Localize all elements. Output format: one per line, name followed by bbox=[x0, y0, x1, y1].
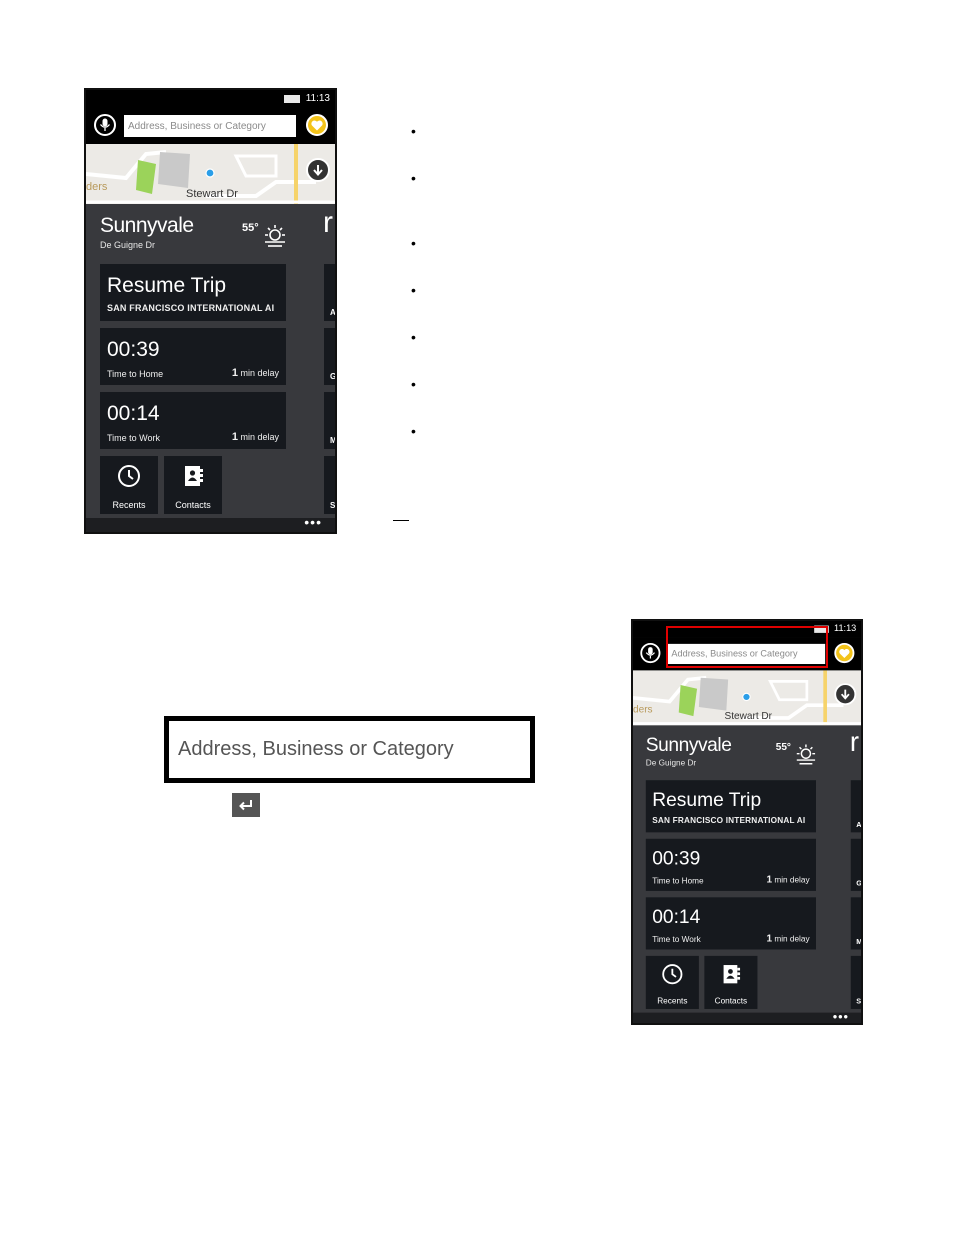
recents-label: Recents bbox=[657, 996, 688, 1006]
side-tile-s[interactable]: S bbox=[850, 955, 861, 1009]
clock-icon bbox=[118, 465, 140, 487]
time-to-home-tile[interactable]: 00:39 Time to Home 1 min delay bbox=[100, 328, 286, 385]
side-tile-m[interactable]: M bbox=[324, 392, 335, 449]
map-edge-label: ders bbox=[633, 704, 653, 716]
contacts-book-icon bbox=[185, 466, 203, 486]
clock-icon bbox=[662, 964, 683, 985]
map-street-label: Stewart Dr bbox=[724, 710, 773, 722]
work-eta: 00:14 bbox=[107, 402, 160, 425]
enter-arrow-icon bbox=[239, 800, 252, 811]
enter-key-icon bbox=[232, 793, 260, 817]
resume-trip-destination: SAN FRANCISCO INTERNATIONAL AI bbox=[652, 815, 806, 826]
app-bar: ••• bbox=[633, 1009, 861, 1023]
temperature: 55° bbox=[775, 741, 791, 753]
search-bar bbox=[86, 108, 335, 144]
time-to-work-tile[interactable]: 00:14 Time to Work 1 min delay bbox=[100, 392, 286, 449]
weather-icon bbox=[265, 225, 285, 247]
list-bullet: • bbox=[411, 376, 416, 392]
resume-trip-tile[interactable]: Resume Trip SAN FRANCISCO INTERNATIONAL … bbox=[645, 780, 816, 833]
list-bullet: • bbox=[411, 282, 416, 298]
microphone-icon bbox=[645, 647, 655, 659]
map-view[interactable]: ders Stewart Dr bbox=[633, 670, 861, 726]
next-panel-heading[interactable]: r bbox=[850, 727, 859, 758]
microphone-button[interactable] bbox=[94, 114, 116, 136]
phone-screen: 11:13 Address, Business or Category ders… bbox=[86, 90, 335, 532]
side-tile-m[interactable]: M bbox=[850, 897, 861, 950]
contacts-book-icon bbox=[723, 965, 741, 984]
side-tile-a[interactable]: A bbox=[324, 264, 335, 321]
work-label: Time to Work bbox=[107, 433, 161, 443]
heart-icon bbox=[311, 120, 323, 130]
expand-map-button[interactable] bbox=[834, 683, 857, 706]
arrow-down-icon bbox=[840, 689, 850, 700]
search-field-highlight bbox=[666, 626, 828, 668]
home-delay: 1 min delay bbox=[231, 367, 279, 379]
list-bullet: • bbox=[411, 329, 416, 345]
home-eta: 00:39 bbox=[652, 847, 701, 869]
recents-tile[interactable]: Recents bbox=[645, 955, 699, 1009]
underline-mark bbox=[393, 520, 409, 521]
work-eta: 00:14 bbox=[652, 906, 701, 928]
battery-icon bbox=[284, 95, 300, 103]
city-name: Sunnyvale bbox=[100, 214, 194, 237]
zoomed-search-field-text: Address, Business or Category bbox=[169, 721, 530, 778]
list-bullet: • bbox=[411, 170, 416, 186]
weather-icon bbox=[796, 744, 816, 765]
zoomed-search-field: Address, Business or Category bbox=[164, 716, 535, 783]
more-options-button[interactable]: ••• bbox=[304, 514, 322, 530]
temperature: 55° bbox=[242, 222, 259, 234]
recents-tile[interactable]: Recents bbox=[100, 456, 158, 514]
list-bullet: • bbox=[411, 123, 416, 139]
heart-icon bbox=[839, 648, 850, 658]
side-tile-a[interactable]: A bbox=[850, 780, 861, 833]
home-delay: 1 min delay bbox=[766, 874, 810, 886]
resume-trip-title: Resume Trip bbox=[652, 789, 762, 811]
home-eta: 00:39 bbox=[107, 338, 160, 361]
next-panel-heading[interactable]: r bbox=[323, 206, 333, 240]
status-time: 11:13 bbox=[834, 623, 857, 634]
map-edge-label: ders bbox=[86, 181, 108, 193]
map-street-label: Stewart Dr bbox=[186, 188, 238, 200]
more-options-button[interactable]: ••• bbox=[833, 1009, 849, 1023]
street-name: De Guigne Dr bbox=[645, 758, 697, 768]
arrow-down-icon bbox=[313, 165, 323, 176]
resume-trip-destination: SAN FRANCISCO INTERNATIONAL AI bbox=[107, 303, 275, 313]
side-tile-s[interactable]: S bbox=[324, 456, 335, 514]
phone-screenshot-home: 11:13 Address, Business or Category ders… bbox=[84, 88, 337, 534]
home-label: Time to Home bbox=[652, 876, 704, 886]
favorites-button[interactable] bbox=[834, 642, 855, 664]
map-view[interactable]: ders Stewart Dr bbox=[86, 144, 335, 204]
favorites-button[interactable] bbox=[306, 114, 328, 136]
time-to-work-tile[interactable]: 00:14 Time to Work 1 min delay bbox=[645, 897, 816, 950]
contacts-label: Contacts bbox=[714, 996, 748, 1006]
contacts-tile[interactable]: Contacts bbox=[704, 955, 758, 1009]
app-bar: ••• bbox=[86, 514, 335, 532]
microphone-button[interactable] bbox=[640, 642, 661, 664]
recents-label: Recents bbox=[112, 500, 146, 510]
home-label: Time to Home bbox=[107, 369, 164, 379]
time-to-home-tile[interactable]: 00:39 Time to Home 1 min delay bbox=[645, 838, 816, 891]
city-name: Sunnyvale bbox=[645, 734, 732, 756]
phone-screenshot-highlighted: 11:13 Address, Business or Category ders… bbox=[631, 619, 863, 1025]
work-delay: 1 min delay bbox=[766, 933, 810, 944]
contacts-label: Contacts bbox=[175, 500, 211, 510]
phone-screen: 11:13 Address, Business or Category ders… bbox=[633, 621, 861, 1023]
list-bullet: • bbox=[411, 235, 416, 251]
microphone-icon bbox=[99, 118, 111, 131]
status-bar: 11:13 bbox=[86, 90, 335, 108]
work-delay: 1 min delay bbox=[231, 431, 279, 443]
expand-map-button[interactable] bbox=[306, 158, 330, 182]
resume-trip-title: Resume Trip bbox=[107, 274, 227, 297]
street-name: De Guigne Dr bbox=[100, 240, 156, 250]
status-time: 11:13 bbox=[305, 93, 330, 104]
list-bullet: • bbox=[411, 423, 416, 439]
resume-trip-tile[interactable]: Resume Trip SAN FRANCISCO INTERNATIONAL … bbox=[100, 264, 286, 321]
work-label: Time to Work bbox=[652, 934, 701, 944]
side-tile-g[interactable]: G bbox=[324, 328, 335, 385]
search-input[interactable] bbox=[124, 115, 296, 137]
contacts-tile[interactable]: Contacts bbox=[164, 456, 222, 514]
side-tile-g[interactable]: G bbox=[850, 838, 861, 891]
